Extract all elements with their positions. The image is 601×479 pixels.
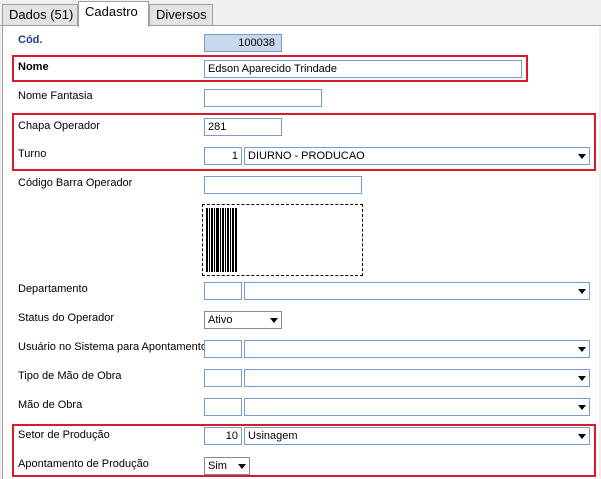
apontamento-producao-select[interactable]: Sim: [204, 457, 250, 475]
status-operador-select[interactable]: Ativo: [204, 311, 282, 329]
apontamento-producao-label: Apontamento de Produção: [18, 458, 149, 470]
chevron-down-icon[interactable]: [578, 289, 586, 294]
chevron-down-icon[interactable]: [270, 318, 278, 323]
tipo-mao-obra-label: Tipo de Mão de Obra: [18, 370, 122, 382]
departamento-select[interactable]: [244, 282, 590, 300]
tab-dados[interactable]: Dados (51): [2, 4, 78, 26]
tipo-mao-obra-select[interactable]: [244, 369, 590, 387]
nome-label: Nome: [18, 61, 49, 73]
setor-producao-select[interactable]: Usinagem: [244, 427, 590, 445]
cod-field: 100038: [204, 34, 282, 52]
turno-select-value: DIURNO - PRODUCAO: [248, 150, 365, 162]
cod-label: Cód.: [18, 34, 43, 46]
usuario-sistema-label: Usuário no Sistema para Apontamento: [18, 341, 207, 353]
chevron-down-icon[interactable]: [578, 154, 586, 159]
chevron-down-icon[interactable]: [238, 464, 246, 469]
tab-cadastro[interactable]: Cadastro: [78, 1, 149, 27]
nome-fantasia-field[interactable]: [204, 89, 322, 107]
tab-bar: Dados (51) Cadastro Diversos: [0, 0, 601, 27]
nome-field[interactable]: Edson Aparecido Trindade: [204, 60, 522, 78]
usuario-sistema-code-field[interactable]: [204, 340, 242, 358]
chevron-down-icon[interactable]: [578, 434, 586, 439]
turno-label: Turno: [18, 148, 47, 160]
nome-fantasia-label: Nome Fantasia: [18, 90, 93, 102]
chevron-down-icon[interactable]: [578, 347, 586, 352]
usuario-sistema-select[interactable]: [244, 340, 590, 358]
setor-producao-select-value: Usinagem: [248, 430, 298, 442]
status-operador-value: Ativo: [208, 314, 233, 326]
setor-producao-label: Setor de Produção: [18, 429, 110, 441]
mao-obra-code-field[interactable]: [204, 398, 242, 416]
chevron-down-icon[interactable]: [578, 376, 586, 381]
barcode-image: [202, 204, 363, 276]
tipo-mao-obra-code-field[interactable]: [204, 369, 242, 387]
departamento-label: Departamento: [18, 283, 88, 295]
apontamento-producao-value: Sim: [208, 460, 227, 472]
chapa-operador-label: Chapa Operador: [18, 120, 100, 132]
codigo-barra-label: Código Barra Operador: [18, 177, 133, 189]
turno-code-field[interactable]: 1: [204, 147, 242, 165]
codigo-barra-field[interactable]: [204, 176, 362, 194]
mao-obra-select[interactable]: [244, 398, 590, 416]
turno-select[interactable]: DIURNO - PRODUCAO: [244, 147, 590, 165]
barcode-icon: [206, 208, 237, 272]
tab-diversos[interactable]: Diversos: [149, 4, 213, 26]
chapa-operador-field[interactable]: 281: [204, 118, 282, 136]
setor-producao-code-field[interactable]: 10: [204, 427, 242, 445]
chevron-down-icon[interactable]: [578, 405, 586, 410]
status-operador-label: Status do Operador: [18, 312, 115, 324]
mao-obra-label: Mão de Obra: [18, 399, 83, 411]
departamento-code-field[interactable]: [204, 282, 242, 300]
